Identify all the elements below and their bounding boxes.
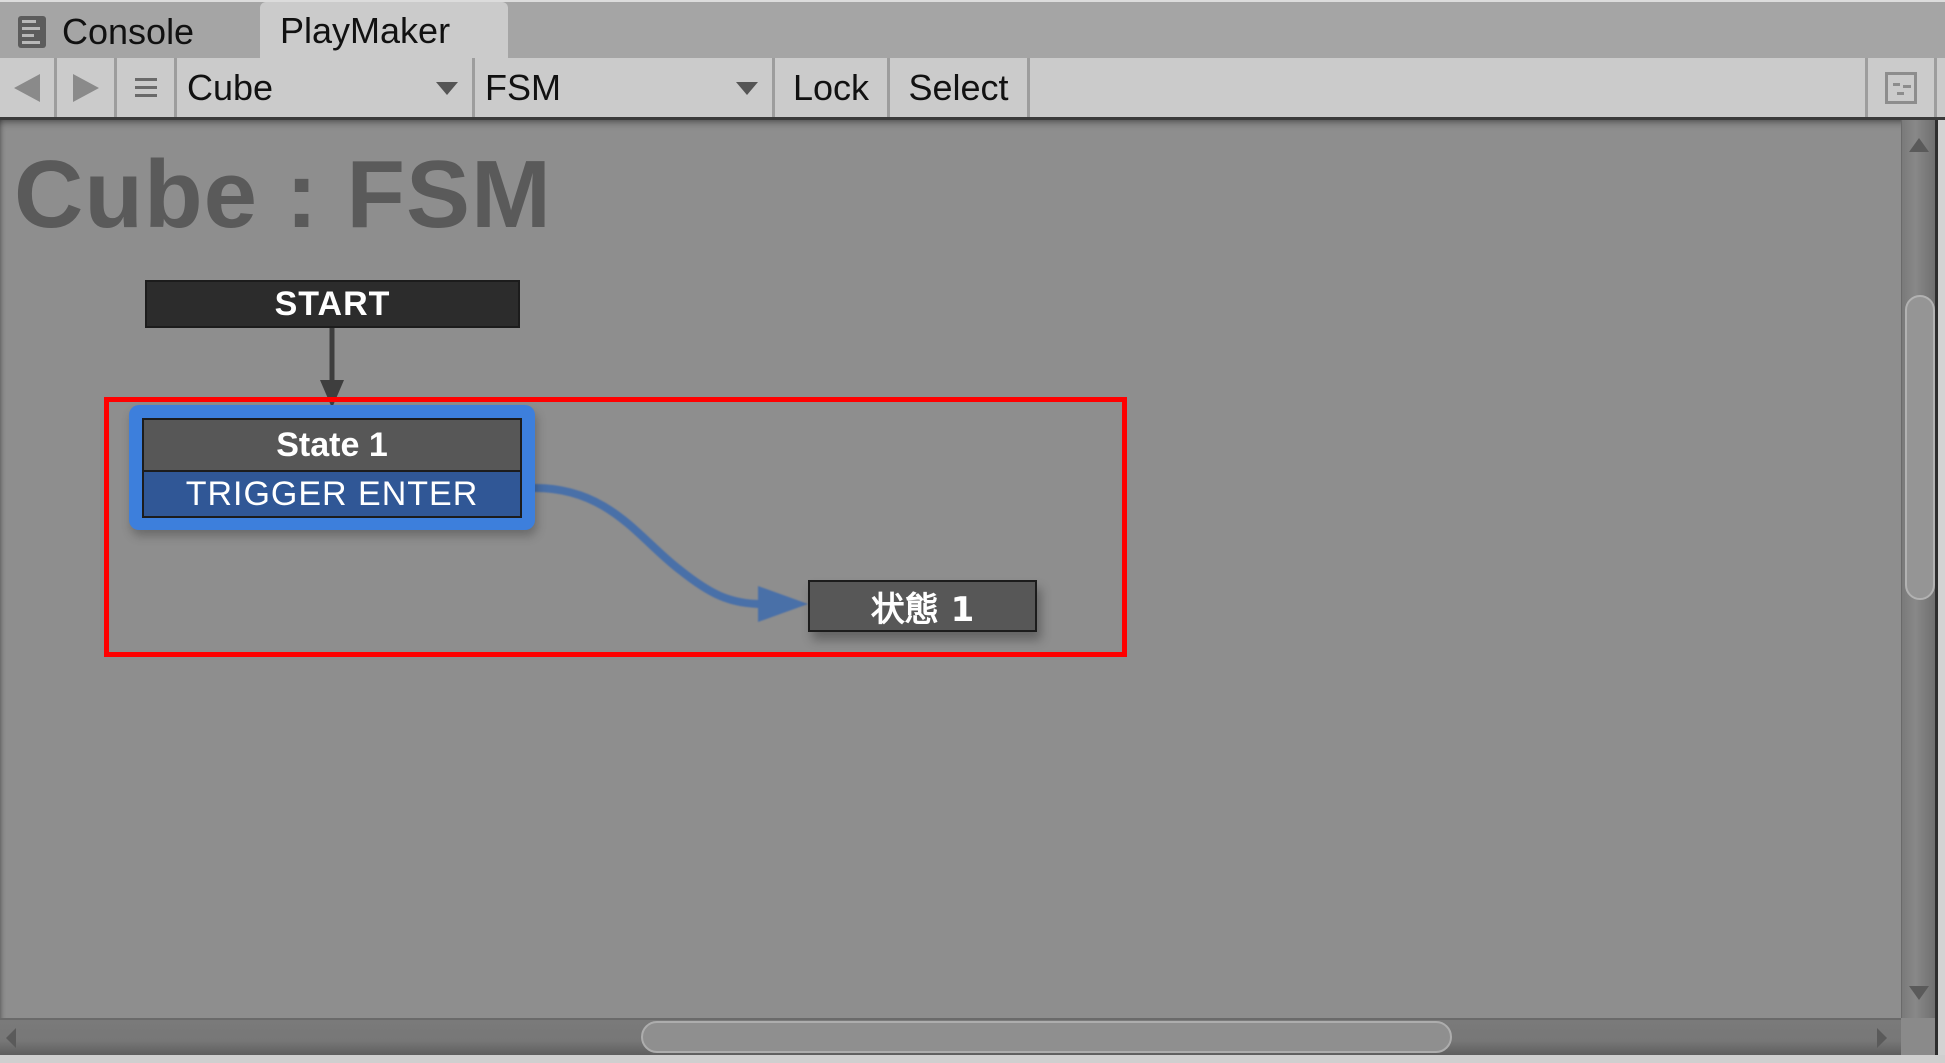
trigger-enter-transition-arrow[interactable]	[531, 484, 808, 622]
menu-button[interactable]	[117, 58, 177, 117]
chevron-down-icon	[436, 82, 458, 95]
tab-console[interactable]: Console	[0, 4, 260, 60]
horizontal-scrollbar[interactable]	[0, 1018, 1901, 1055]
start-transition-arrow	[320, 328, 344, 408]
scrollbar-corner	[1901, 1018, 1935, 1055]
scroll-left-icon[interactable]	[6, 1028, 16, 1048]
fsm-select-value: FSM	[485, 66, 561, 108]
hamburger-menu-icon	[134, 78, 157, 97]
panel-edge	[1938, 120, 1945, 1055]
horizontal-scroll-thumb[interactable]	[641, 1021, 1452, 1053]
vertical-scrollbar[interactable]	[1901, 120, 1935, 1018]
vertical-scroll-thumb[interactable]	[1905, 295, 1935, 600]
bottom-panel-strip	[0, 1055, 1945, 1063]
fsm-select[interactable]: FSM	[475, 58, 775, 117]
playmaker-toolbar: Cube FSM Lock Select	[0, 58, 1945, 120]
fsm-graph-canvas[interactable]: Cube : FSM START State 1 TRIGGER ENTER 状…	[0, 120, 1938, 1055]
tab-playmaker-label: PlayMaker	[280, 10, 451, 51]
gameobject-select-value: Cube	[187, 66, 274, 108]
scroll-right-icon[interactable]	[1877, 1028, 1887, 1048]
state-event-trigger-enter[interactable]: TRIGGER ENTER	[144, 472, 520, 516]
state-name[interactable]: State 1	[144, 420, 520, 472]
forward-button[interactable]	[57, 58, 117, 117]
state-node-selected[interactable]: State 1 TRIGGER ENTER	[129, 405, 535, 530]
scroll-up-icon[interactable]	[1909, 138, 1929, 152]
back-button[interactable]	[0, 58, 57, 117]
start-node[interactable]: START	[145, 280, 520, 328]
minimap-toggle-button[interactable]	[1865, 58, 1937, 117]
minimap-toggle-icon	[1885, 71, 1917, 104]
tab-bar: Console PlayMaker	[0, 0, 1945, 60]
lock-button[interactable]: Lock	[775, 58, 890, 117]
chevron-down-icon	[736, 82, 758, 95]
console-icon	[18, 16, 46, 48]
tab-playmaker[interactable]: PlayMaker	[260, 2, 508, 60]
state-node-jotai-1[interactable]: 状態 1	[808, 580, 1037, 632]
state-node-state-1[interactable]: State 1 TRIGGER ENTER	[142, 418, 522, 518]
scroll-down-icon[interactable]	[1909, 986, 1929, 1000]
select-button[interactable]: Select	[890, 58, 1030, 117]
tab-console-label: Console	[62, 11, 195, 52]
fsm-title: Cube : FSM	[14, 141, 552, 248]
back-arrow-icon	[14, 73, 40, 102]
gameobject-select[interactable]: Cube	[177, 58, 475, 117]
forward-arrow-icon	[72, 73, 99, 102]
